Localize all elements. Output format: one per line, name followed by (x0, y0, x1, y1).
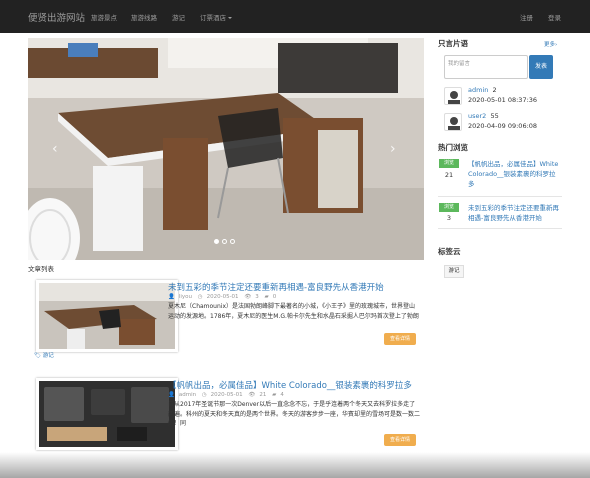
article-comments: 0 (272, 294, 277, 300)
comment-icon: ▰ (272, 392, 277, 398)
article-tag[interactable]: 🏷 游记 (34, 351, 54, 359)
tag-cloud-title: 标签云 (438, 247, 461, 256)
nav-item-travelogue[interactable]: 游记 (172, 12, 185, 22)
hot-list-item[interactable]: 浏览 3 未到五彩的季节注定还要重新再相遇-富良野先从香港开始 (438, 203, 562, 229)
views-count: 21 (444, 171, 454, 179)
article-views: 21 (259, 392, 267, 398)
send-message-button[interactable]: 发表 (529, 55, 553, 79)
article-tag-label: 游记 (42, 353, 54, 359)
message-username-link[interactable]: admin (468, 86, 488, 94)
article-meta: 👤 liyou ◷ 2020-05-01 👁 3 ▰ 0 (168, 294, 280, 300)
message-item: user2 55 2020-04-09 09:06:08 (444, 111, 559, 133)
clock-icon: ◷ (197, 294, 203, 300)
message-input[interactable]: 我的留言 (444, 55, 528, 79)
carousel-prev-button[interactable]: ‹ (52, 141, 58, 157)
message-time: 2020-04-09 09:06:08 (468, 122, 538, 130)
carousel-slide-image (28, 38, 424, 260)
nav-item-booking-dropdown[interactable]: 订票酒店 (200, 12, 232, 22)
views-badge: 浏览 (439, 203, 459, 212)
article-excerpt: 自从2017年圣诞节那一次Denver以后一直念念不忘，于是乎连着两个冬天又去科… (168, 401, 421, 427)
top-navbar: 便贤出游网站 旅游景点 旅游线路 游记 订票酒店 注册 登录 (0, 0, 590, 33)
hot-article-link[interactable]: 未到五彩的季节注定还要重新再相遇-富良野先从香港开始 (468, 203, 562, 223)
nav-item-attractions[interactable]: 旅游景点 (91, 12, 117, 22)
login-link[interactable]: 登录 (548, 12, 561, 22)
message-time: 2020-05-01 08:37:36 (468, 96, 538, 104)
avatar (444, 113, 462, 131)
carousel-next-button[interactable]: › (390, 141, 396, 157)
tag-cloud-item[interactable]: 游记 (444, 265, 464, 278)
article-author: admin (178, 392, 197, 398)
article-meta: 👤 admin ◷ 2020-05-01 👁 21 ▰ 4 (168, 392, 288, 398)
article-thumbnail[interactable] (36, 280, 178, 352)
article-card: 未到五彩的季节注定还要重新再相遇-富良野先从香港开始 👤 liyou ◷ 2020-… (28, 276, 424, 368)
article-comments: 4 (280, 392, 284, 398)
carousel-indicators (214, 239, 235, 244)
messages-more-link[interactable]: 更多› (544, 40, 557, 48)
avatar (444, 87, 462, 105)
tag-icon: 🏷 (34, 353, 41, 359)
article-excerpt: 夏木尼（Chamounix）是法国勃朗峰脚下最著名的小城，《小王子》里的玫瑰城市… (168, 303, 419, 320)
user-icon: 👤 (168, 392, 175, 398)
eye-icon: 👁 (248, 392, 256, 398)
nav-item-booking-label: 订票酒店 (200, 14, 226, 22)
hot-article-link[interactable]: 【帆帆出品，必属佳品】White Colorado__银装素裹的科罗拉多 (468, 159, 562, 189)
message-user-line: admin 2 (468, 86, 497, 94)
read-more-button[interactable]: 查看详情 (384, 333, 416, 345)
article-title-link[interactable]: 【帆帆出品，必属佳品】White Colorado__银装素裹的科罗拉多 (168, 379, 412, 391)
views-badge: 浏览 (439, 159, 459, 168)
user-icon: 👤 (168, 294, 175, 300)
carousel-indicator-2[interactable] (222, 239, 227, 244)
carousel-indicator-3[interactable] (230, 239, 235, 244)
eye-icon: 👁 (244, 294, 252, 300)
article-thumbnail[interactable] (36, 378, 178, 450)
carousel-indicator-1[interactable] (214, 239, 219, 244)
views-count: 3 (446, 214, 452, 222)
register-link[interactable]: 注册 (520, 12, 533, 22)
article-views: 3 (255, 294, 259, 300)
message-text: 2 (492, 86, 497, 94)
brand-logo[interactable]: 便贤出游网站 (28, 10, 85, 24)
article-date: 2020-05-01 (206, 294, 239, 300)
read-more-button[interactable]: 查看详情 (384, 434, 416, 446)
messages-title: 只言片语 (438, 39, 468, 48)
hot-list-item[interactable]: 浏览 21 【帆帆出品，必属佳品】White Colorado__银装素裹的科罗… (438, 159, 562, 197)
message-text: 55 (490, 112, 499, 120)
message-item: admin 2 2020-05-01 08:37:36 (444, 85, 559, 107)
comment-icon: ▰ (264, 294, 269, 300)
article-title-link[interactable]: 未到五彩的季节注定还要重新再相遇-富良野先从香港开始 (168, 281, 384, 293)
article-date: 2020-05-01 (210, 392, 243, 398)
message-user-line: user2 55 (468, 112, 499, 120)
bottom-shadow (0, 452, 590, 478)
article-list-heading: 文章列表 (28, 265, 54, 273)
caret-down-icon (228, 17, 232, 19)
message-username-link[interactable]: user2 (468, 112, 486, 120)
article-author: liyou (178, 294, 193, 300)
clock-icon: ◷ (201, 392, 207, 398)
image-carousel: ‹ › (28, 38, 424, 260)
nav-item-routes[interactable]: 旅游线路 (131, 12, 157, 22)
hot-title: 热门浏览 (438, 143, 468, 152)
